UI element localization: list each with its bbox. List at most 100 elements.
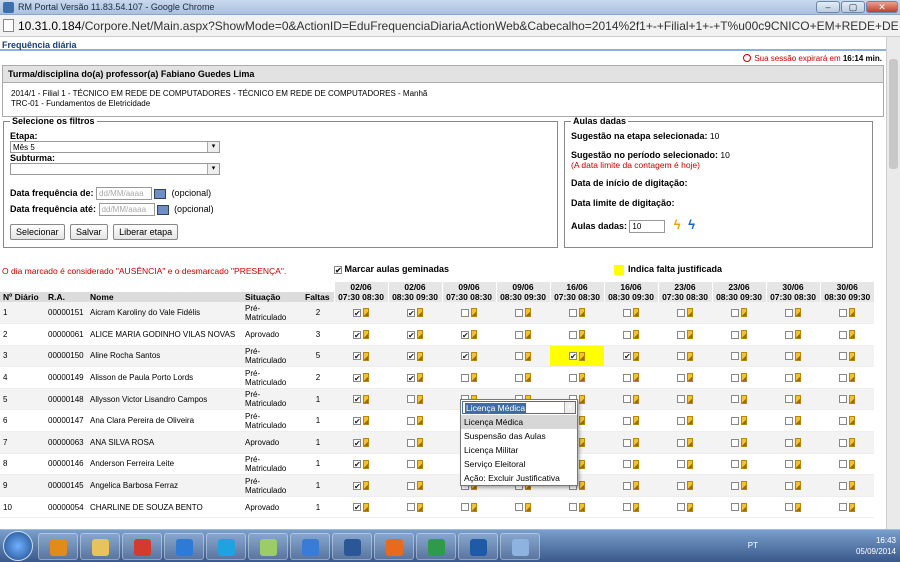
geminadas-toggle[interactable]: ✔ Marcar aulas geminadas (334, 264, 449, 274)
pencil-icon[interactable] (579, 502, 585, 512)
absence-checkbox[interactable] (731, 481, 739, 490)
dropdown-selected[interactable]: Licença Médica ▾ (462, 401, 576, 414)
pencil-icon[interactable] (417, 438, 423, 448)
pencil-icon[interactable] (525, 351, 531, 361)
pencil-icon[interactable] (579, 308, 585, 318)
pencil-icon[interactable] (795, 308, 801, 318)
absence-checkbox[interactable] (569, 373, 577, 382)
absence-checkbox[interactable]: ✔ (407, 308, 415, 317)
absence-checkbox[interactable] (731, 373, 739, 382)
absence-checkbox[interactable] (623, 438, 631, 447)
pencil-icon[interactable] (795, 459, 801, 469)
pencil-icon[interactable] (471, 502, 477, 512)
absence-checkbox[interactable] (677, 460, 685, 469)
pencil-icon[interactable] (633, 481, 639, 491)
pencil-icon[interactable] (849, 351, 855, 361)
pencil-icon[interactable] (741, 308, 747, 318)
pencil-icon[interactable] (687, 416, 693, 426)
pencil-icon[interactable] (687, 351, 693, 361)
pencil-icon[interactable] (633, 394, 639, 404)
pencil-icon[interactable] (849, 373, 855, 383)
pencil-icon[interactable] (741, 502, 747, 512)
pencil-icon[interactable] (741, 351, 747, 361)
absence-checkbox[interactable] (677, 395, 685, 404)
pencil-icon[interactable] (849, 438, 855, 448)
pencil-icon[interactable] (417, 373, 423, 383)
absence-checkbox[interactable] (677, 352, 685, 361)
absence-checkbox[interactable] (569, 330, 577, 339)
pencil-icon[interactable] (741, 394, 747, 404)
calendar-icon[interactable] (154, 188, 167, 199)
pencil-icon[interactable] (795, 502, 801, 512)
absence-checkbox[interactable] (677, 373, 685, 382)
clock-time[interactable]: 16:43 (856, 535, 896, 546)
absence-checkbox[interactable] (731, 416, 739, 425)
dropdown-option[interactable]: Licença Médica (461, 415, 577, 429)
pencil-icon[interactable] (579, 481, 585, 491)
pencil-icon[interactable] (525, 330, 531, 340)
save-button[interactable]: Salvar (70, 224, 108, 240)
absence-checkbox[interactable] (839, 416, 847, 425)
pencil-icon[interactable] (417, 416, 423, 426)
pencil-icon[interactable] (525, 502, 531, 512)
pencil-icon[interactable] (579, 351, 585, 361)
justification-dropdown[interactable]: Licença Médica ▾ Licença Médica Suspensão … (460, 399, 578, 486)
pencil-icon[interactable] (471, 330, 477, 340)
taskbar-app[interactable] (122, 533, 162, 560)
pencil-icon[interactable] (741, 373, 747, 383)
pencil-icon[interactable] (741, 459, 747, 469)
pencil-icon[interactable] (363, 394, 369, 404)
pencil-icon[interactable] (363, 351, 369, 361)
absence-checkbox[interactable] (623, 395, 631, 404)
absence-checkbox[interactable] (569, 503, 577, 512)
pencil-icon[interactable] (363, 373, 369, 383)
absence-checkbox[interactable] (785, 395, 793, 404)
absence-checkbox[interactable] (623, 330, 631, 339)
release-stage-button[interactable]: Liberar etapa (113, 224, 179, 240)
pencil-icon[interactable] (633, 438, 639, 448)
absence-checkbox[interactable] (731, 438, 739, 447)
absence-checkbox[interactable] (569, 308, 577, 317)
pencil-icon[interactable] (687, 438, 693, 448)
pencil-icon[interactable] (633, 416, 639, 426)
absence-checkbox[interactable] (677, 416, 685, 425)
pencil-icon[interactable] (471, 308, 477, 318)
taskbar-app[interactable] (458, 533, 498, 560)
pencil-icon[interactable] (417, 308, 423, 318)
subturma-select[interactable]: ▾ (10, 163, 220, 175)
taskbar-app[interactable] (416, 533, 456, 560)
pencil-icon[interactable] (471, 373, 477, 383)
pencil-icon[interactable] (633, 308, 639, 318)
pencil-icon[interactable] (687, 502, 693, 512)
pencil-icon[interactable] (363, 502, 369, 512)
pencil-icon[interactable] (795, 351, 801, 361)
absence-checkbox[interactable] (407, 481, 415, 490)
absence-checkbox[interactable] (623, 308, 631, 317)
absence-checkbox[interactable] (461, 503, 469, 512)
pencil-icon[interactable] (579, 416, 585, 426)
pencil-icon[interactable] (741, 481, 747, 491)
absence-checkbox[interactable]: ✔ (407, 373, 415, 382)
absence-checkbox[interactable]: ✔ (353, 460, 361, 469)
pencil-icon[interactable] (741, 438, 747, 448)
absence-checkbox[interactable] (839, 481, 847, 490)
absence-checkbox[interactable] (623, 503, 631, 512)
pencil-icon[interactable] (795, 438, 801, 448)
data-de-input[interactable]: dd/MM/aaaa (96, 187, 153, 200)
pencil-icon[interactable] (417, 351, 423, 361)
absence-checkbox[interactable] (461, 373, 469, 382)
absence-checkbox[interactable]: ✔ (353, 395, 361, 404)
absence-checkbox[interactable] (731, 308, 739, 317)
absence-checkbox[interactable]: ✔ (353, 373, 361, 382)
geminadas-checkbox[interactable]: ✔ (334, 265, 342, 274)
url-text[interactable]: 10.31.0.184/Corpore.Net/Main.aspx?ShowMo… (18, 19, 898, 33)
absence-checkbox[interactable] (407, 460, 415, 469)
absence-checkbox[interactable] (407, 395, 415, 404)
pencil-icon[interactable] (417, 502, 423, 512)
absence-checkbox[interactable] (785, 481, 793, 490)
absence-checkbox[interactable] (731, 352, 739, 361)
taskbar-app[interactable] (248, 533, 288, 560)
absence-checkbox[interactable] (677, 308, 685, 317)
pencil-icon[interactable] (849, 330, 855, 340)
pencil-icon[interactable] (795, 394, 801, 404)
